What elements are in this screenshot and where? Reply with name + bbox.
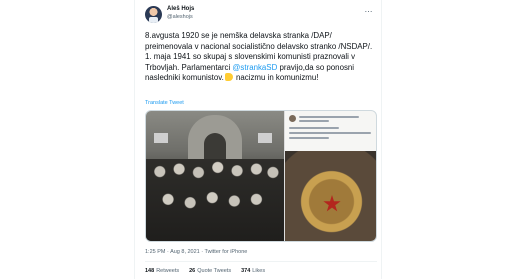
historical-group-photo[interactable]	[146, 111, 284, 241]
tweet-card: Aleš Hojs @aleshojs ⋯ 8.avgusta 1920 se …	[134, 0, 382, 279]
likes-count: 374	[241, 268, 251, 274]
post-text-line	[299, 120, 329, 122]
embedded-post-snippet	[289, 115, 374, 149]
author-name[interactable]: Aleš Hojs	[167, 6, 194, 12]
tweet-header: Aleš Hojs @aleshojs ⋯	[145, 6, 375, 26]
badge-photo	[285, 151, 376, 241]
author-avatar[interactable]	[145, 6, 162, 23]
flag-emblem	[154, 133, 168, 143]
tweet-text: 8.avgusta 1920 se je nemška delavska str…	[145, 31, 377, 84]
retweets-count: 148	[145, 268, 155, 274]
quote-tweets-label: Quote Tweets	[197, 268, 232, 274]
retweets-stat[interactable]: 148 Retweets	[145, 268, 179, 274]
tweet-stats: 148 Retweets 26 Quote Tweets 374 Likes	[145, 268, 265, 274]
tweet-text-part3: nacizmu in komunizmu!	[233, 73, 319, 82]
badge-screenshot-photo[interactable]	[285, 111, 376, 241]
crowd-of-people	[146, 159, 284, 241]
post-avatar	[289, 115, 296, 122]
more-options-icon[interactable]: ⋯	[365, 7, 374, 16]
retweets-label: Retweets	[156, 268, 180, 274]
post-text-line	[299, 116, 359, 118]
author-handle[interactable]: @aleshojs	[167, 14, 193, 20]
likes-stat[interactable]: 374 Likes	[241, 268, 265, 274]
post-text-line	[289, 127, 339, 129]
post-text-line	[289, 137, 329, 139]
tweet-media[interactable]	[145, 110, 377, 242]
tweet-timestamp[interactable]: 1:25 PM · Aug 8, 2021 · Twitter for iPho…	[145, 249, 247, 255]
quote-tweets-stat[interactable]: 26 Quote Tweets	[189, 268, 231, 274]
red-star-icon	[323, 195, 341, 212]
mention-link[interactable]: @strankaSD	[232, 63, 277, 72]
thumbs-down-emoji-icon	[224, 73, 233, 81]
quote-tweets-count: 26	[189, 268, 196, 274]
post-text-line	[289, 132, 371, 134]
likes-label: Likes	[252, 268, 266, 274]
divider	[145, 261, 377, 262]
flag-emblem	[258, 133, 272, 143]
translate-tweet-link[interactable]: Translate Tweet	[145, 100, 184, 106]
